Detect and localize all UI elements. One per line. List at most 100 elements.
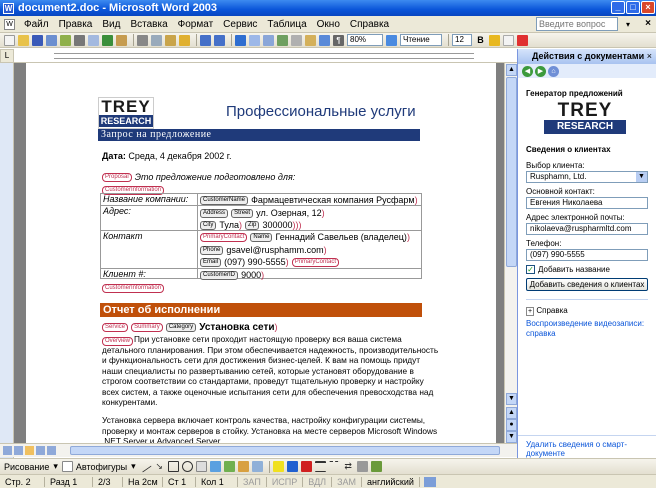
city-value[interactable]: Тула <box>219 220 239 230</box>
shadow-icon[interactable] <box>356 461 368 472</box>
help-icon[interactable] <box>386 34 397 46</box>
paste-icon[interactable] <box>165 34 176 46</box>
dash-style-icon[interactable] <box>328 461 340 472</box>
contact-phone[interactable]: (097) 990-5555 <box>224 257 286 267</box>
word-app-icon[interactable]: W <box>3 2 14 14</box>
service-title[interactable]: Установка сети <box>199 322 274 333</box>
home-icon[interactable]: ⌂ <box>548 65 559 77</box>
picture-icon[interactable] <box>251 461 263 472</box>
contact-email[interactable]: gsavel@rusphamm.com <box>226 245 323 255</box>
service-tag[interactable]: Service <box>102 322 129 332</box>
menu-format[interactable]: Формат <box>173 19 219 30</box>
3d-icon[interactable] <box>370 461 382 472</box>
horizontal-scroll-thumb[interactable] <box>70 446 500 455</box>
phone-input[interactable]: (097) 990-5555 <box>526 249 648 261</box>
menu-insert[interactable]: Вставка <box>125 19 172 30</box>
autoshapes-menu[interactable]: Автофигуры <box>76 462 127 472</box>
cut-icon[interactable] <box>137 34 148 46</box>
phone-tag[interactable]: Phone <box>200 245 224 255</box>
add-client-button[interactable]: Добавить сведения о клиентах <box>526 278 648 291</box>
font-color-draw-icon[interactable] <box>300 461 312 472</box>
menu-edit[interactable]: Правка <box>54 19 98 30</box>
help-video-link[interactable]: Воспроизведение видеозаписи: справка <box>526 319 648 339</box>
close-document-icon[interactable]: × <box>645 18 651 29</box>
read-button[interactable]: Чтение <box>400 34 442 46</box>
customer-info-end-tag[interactable]: CustomerInformation <box>102 283 165 293</box>
draw-menu[interactable]: Рисование <box>4 462 49 472</box>
scroll-thumb[interactable] <box>506 77 517 267</box>
summary-tag[interactable]: Summary <box>131 322 163 332</box>
zip-tag[interactable]: Zip <box>245 220 260 230</box>
line-color-icon[interactable] <box>286 461 298 472</box>
primary-contact-tag[interactable]: PrimaryContact <box>200 232 248 242</box>
scroll-up-icon[interactable]: ▲ <box>506 64 517 76</box>
help-dropdown-icon[interactable]: ▾ <box>626 20 630 29</box>
contact-name[interactable]: Геннадий Савельев (владелец) <box>275 232 406 242</box>
indent-icon[interactable] <box>503 34 514 46</box>
spelling-status-icon[interactable] <box>423 476 436 487</box>
arrow-style-icon[interactable]: ⇄ <box>343 461 354 472</box>
textbox-icon[interactable] <box>195 461 207 472</box>
close-button[interactable]: × <box>641 1 655 14</box>
show-formatting-icon[interactable]: ¶ <box>333 34 344 46</box>
status-trk[interactable]: ИСПР <box>267 476 304 487</box>
minimize-button[interactable]: _ <box>611 1 625 14</box>
browse-object-icon[interactable]: ● <box>506 419 517 431</box>
outline-view-icon[interactable] <box>36 446 45 455</box>
undo-icon[interactable] <box>200 34 211 46</box>
rectangle-icon[interactable] <box>167 461 179 472</box>
scroll-down-icon[interactable]: ▼ <box>506 393 517 405</box>
print-preview-icon[interactable] <box>88 34 99 46</box>
open-icon[interactable] <box>18 34 29 46</box>
task-pane-close-icon[interactable]: × <box>647 51 652 61</box>
street-value[interactable]: ул. Озерная, 12 <box>256 208 321 218</box>
remove-smart-doc-link[interactable]: Удалить сведения о смарт-документе <box>526 440 656 458</box>
main-contact-input[interactable]: Евгения Николаева <box>526 197 648 209</box>
bold-icon[interactable]: B <box>475 35 486 46</box>
menu-table[interactable]: Таблица <box>262 19 311 30</box>
document-icon[interactable]: W <box>4 18 15 30</box>
hyperlink-icon[interactable] <box>235 34 246 46</box>
document-map-icon[interactable] <box>319 34 330 46</box>
insert-table-icon[interactable] <box>263 34 274 46</box>
street-tag[interactable]: Street <box>231 208 254 218</box>
back-icon[interactable]: ◀ <box>522 65 533 77</box>
diagram-icon[interactable] <box>223 461 235 472</box>
primary-contact-end-tag[interactable]: PrimaryContact <box>291 257 340 267</box>
clipart-icon[interactable] <box>237 461 249 472</box>
city-tag[interactable]: City <box>200 220 217 230</box>
help-search-input[interactable]: Введите вопрос <box>536 17 618 31</box>
company-value[interactable]: Фармацевтическая компания Русфарм <box>251 195 415 205</box>
horizontal-scrollbar[interactable] <box>0 443 517 457</box>
status-rec[interactable]: ЗАП <box>238 476 267 487</box>
prev-page-icon[interactable]: ▲ <box>506 407 517 419</box>
chevron-down-icon[interactable]: ▼ <box>636 172 647 182</box>
document-page[interactable]: TREY RESEARCH Профессиональные услуги За… <box>26 63 496 443</box>
paragraph-1[interactable]: При установке сети проходит настоящую пр… <box>102 334 442 408</box>
zoom-select[interactable]: 80% <box>347 34 383 46</box>
columns-icon[interactable] <box>291 34 302 46</box>
email-input[interactable]: nikolaeva@ruspharmltd.com <box>526 223 648 235</box>
customer-name-tag[interactable]: CustomerName <box>200 195 249 205</box>
customer-id-tag[interactable]: CustomerID <box>200 270 239 280</box>
menu-view[interactable]: Вид <box>97 19 125 30</box>
status-ovr[interactable]: ЗАМ <box>332 476 363 487</box>
zip-value[interactable]: 300000 <box>262 220 292 230</box>
menu-window[interactable]: Окно <box>312 19 345 30</box>
vertical-scrollbar[interactable]: ▲ ▼ ▲ ● ▼ <box>504 63 517 443</box>
expand-icon[interactable]: + <box>526 307 535 316</box>
fill-color-icon[interactable] <box>272 461 284 472</box>
category-tag[interactable]: Category <box>165 322 197 332</box>
print-view-icon[interactable] <box>25 446 34 455</box>
status-ext[interactable]: ВДЛ <box>303 476 333 487</box>
insert-excel-icon[interactable] <box>277 34 288 46</box>
normal-view-icon[interactable] <box>3 446 12 455</box>
align-icon[interactable] <box>489 34 500 46</box>
oval-icon[interactable] <box>181 461 193 472</box>
drawing-icon[interactable] <box>305 34 316 46</box>
address-tag[interactable]: Address <box>200 208 229 218</box>
spelling-icon[interactable] <box>102 34 113 46</box>
name-tag[interactable]: Name <box>250 232 273 242</box>
line-icon[interactable] <box>138 460 152 473</box>
menu-tools[interactable]: Сервис <box>218 19 262 30</box>
